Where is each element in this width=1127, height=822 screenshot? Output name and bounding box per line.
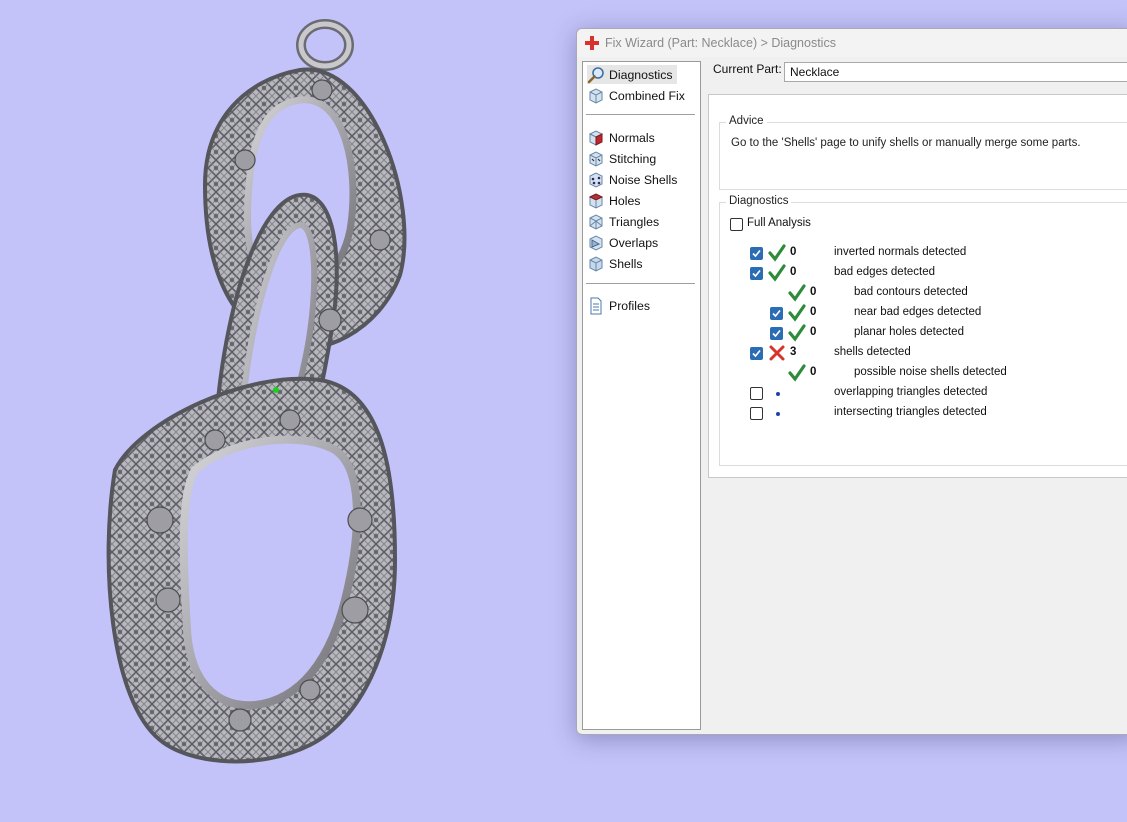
diagnostics-page: Advice Go to the 'Shells' page to unify … [708,94,1127,478]
diag-label: intersecting triangles detected [834,406,987,418]
diag-count: 0 [790,246,797,258]
diag-checkbox[interactable] [750,387,763,400]
diag-label: inverted normals detected [834,246,967,258]
nav-item-label: Triangles [609,214,660,229]
nav-divider [586,283,695,284]
diagnostics-group: Diagnostics Full Analysis 0 inverted nor… [719,195,1127,466]
diag-checkbox[interactable] [750,407,763,420]
diag-label: bad contours detected [854,286,968,298]
nav-divider [586,114,695,115]
pending-dot-icon [776,392,780,396]
current-part-field[interactable]: Necklace [784,62,1127,82]
advice-text: Go to the 'Shells' page to unify shells … [731,137,1081,149]
nav-item-label: Profiles [609,298,651,313]
full-analysis-label: Full Analysis [747,217,811,229]
diag-label: overlapping triangles detected [834,386,988,398]
nav-item-label: Combined Fix [609,88,685,103]
nav-item-noise-shells[interactable]: Noise Shells [587,170,681,189]
diag-count: 3 [790,346,797,358]
diag-label: planar holes detected [854,326,964,338]
check-icon [768,264,786,282]
red-cross-icon [585,36,599,50]
document-icon [590,297,602,314]
nav-item-label: Holes [609,193,641,208]
diag-count: 0 [810,286,817,298]
nav-item-label: Noise Shells [609,172,678,187]
diag-count: 0 [790,266,797,278]
nav-item-label: Overlaps [609,235,659,250]
diag-label: bad edges detected [834,266,936,278]
cube-stitch-icon [589,150,603,167]
nav-item-label: Normals [609,130,655,145]
nav-item-shells[interactable]: Shells [587,254,647,273]
diag-count: 0 [810,326,817,338]
diag-count: 0 [810,366,817,378]
cube-shells-icon [589,255,603,272]
nav-item-label: Diagnostics [609,67,673,82]
nav-item-diagnostics[interactable]: Diagnostics [587,65,677,84]
check-icon [768,244,786,262]
nav-item-normals[interactable]: Normals [587,128,659,147]
wizard-nav-list: Diagnostics Combined Fix Normals Stitchi… [582,61,701,730]
fix-wizard-window: Fix Wizard (Part: Necklace) > Diagnostic… [576,28,1127,735]
cube-overlap-icon [589,234,603,251]
advice-group: Advice Go to the 'Shells' page to unify … [719,115,1127,190]
diag-count: 0 [810,306,817,318]
cube-red-face-icon [588,129,604,146]
diag-label: possible noise shells detected [854,366,1007,378]
cube-icon [589,87,603,104]
nav-item-combined-fix[interactable]: Combined Fix [587,86,689,105]
cube-dots-icon [589,171,603,188]
current-part-label: Current Part: [713,62,782,76]
cube-hole-icon [588,192,604,209]
diag-checkbox[interactable] [770,327,783,340]
nav-item-profiles[interactable]: Profiles [587,296,654,315]
necklace-model [106,19,407,764]
advice-title: Advice [726,115,767,127]
pending-dot-icon [776,412,780,416]
diag-checkbox[interactable] [750,247,763,260]
diag-checkbox[interactable] [770,307,783,320]
check-icon [788,304,806,322]
diag-label: near bad edges detected [854,306,982,318]
full-analysis-checkbox[interactable] [730,218,743,231]
nav-item-holes[interactable]: Holes [587,191,644,210]
nav-item-label: Shells [609,256,643,271]
3d-viewport[interactable] [0,0,580,817]
diag-checkbox[interactable] [750,267,763,280]
nav-item-overlaps[interactable]: Overlaps [587,233,662,252]
diag-label: shells detected [834,346,911,358]
check-icon [788,364,806,382]
diagnostics-title: Diagnostics [726,195,792,207]
magnifier-icon [587,66,604,83]
nav-item-triangles[interactable]: Triangles [587,212,663,231]
error-x-icon [769,345,785,361]
check-icon [788,284,806,302]
check-icon [788,324,806,342]
nav-item-label: Stitching [609,151,657,166]
title-bar[interactable]: Fix Wizard (Part: Necklace) > Diagnostic… [577,29,1127,57]
cube-triangles-icon [589,213,603,230]
nav-item-stitching[interactable]: Stitching [587,149,660,168]
diag-checkbox[interactable] [750,347,763,360]
window-title: Fix Wizard (Part: Necklace) > Diagnostic… [605,36,836,50]
